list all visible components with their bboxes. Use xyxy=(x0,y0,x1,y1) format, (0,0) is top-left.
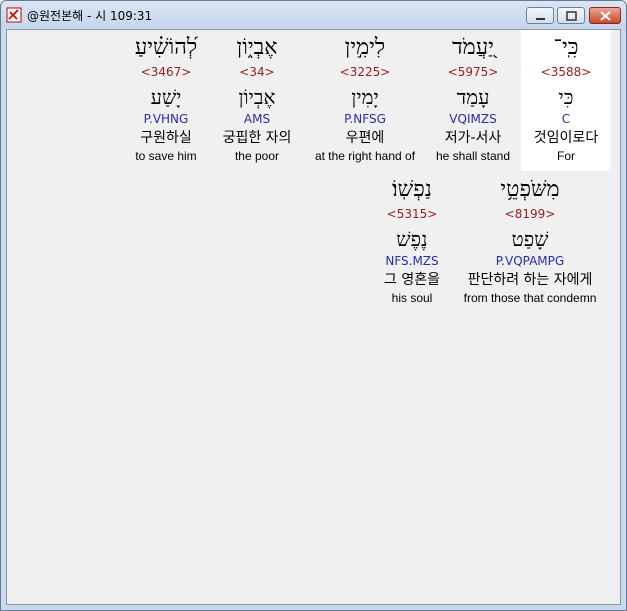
korean-gloss: 그 영혼을 xyxy=(384,272,440,288)
korean-gloss: 판단하려 하는 자에게 xyxy=(467,272,593,288)
english-gloss: his soul xyxy=(391,291,433,305)
korean-gloss: 궁핍한 자의 xyxy=(222,130,292,146)
maximize-icon xyxy=(566,11,577,21)
parsing-code: P.NFSG xyxy=(344,112,386,126)
parsing-code: NFS.MZS xyxy=(385,254,439,268)
lemma-word: עָמַד xyxy=(456,85,490,109)
lemma-word: יָשַׁע xyxy=(150,85,182,109)
korean-gloss: 구원하실 xyxy=(140,130,192,146)
hebrew-word: לִימִ֣ין xyxy=(344,35,386,60)
parsing-code: VQIMZS xyxy=(449,112,497,126)
window-title: @원전본해 - 시 109:31 xyxy=(27,9,153,23)
parsing-code: P.VQPAMPG xyxy=(495,254,565,268)
english-gloss: to save him xyxy=(135,149,197,163)
english-gloss: from those that condemn xyxy=(463,291,597,305)
hebrew-word: לְ֝הוֹשִׁ֗יעַ xyxy=(134,35,198,60)
english-gloss: For xyxy=(557,149,575,163)
hebrew-word: מִשֹּׁפְטֵ֥י xyxy=(500,177,560,202)
word-block[interactable]: יַ֭עֲמֹד <5975> עָמַד VQIMZS 저가-서사 he sh… xyxy=(427,30,519,171)
word-block[interactable]: לְ֝הוֹשִׁ֗יעַ <3467> יָשַׁע P.VHNG 구원하실 … xyxy=(125,30,207,171)
parsing-code: C xyxy=(561,112,571,126)
strong-number[interactable]: <3588> xyxy=(521,65,611,79)
word-block[interactable]: מִשֹּׁפְטֵ֥י <8199> שָׁפַט P.VQPAMPG 판단하… xyxy=(455,172,605,313)
hebrew-word: כִּֽי־ xyxy=(553,35,579,60)
title-bar[interactable]: @원전본해 - 시 109:31 xyxy=(1,1,626,29)
korean-gloss: 저가-서사 xyxy=(444,130,502,146)
english-gloss: the poor xyxy=(234,149,280,163)
strong-number[interactable]: <5315> xyxy=(371,207,453,221)
word-block[interactable]: אֶבְי֑וֹן <34> אֶבְיוֹן AMS 궁핍한 자의 the p… xyxy=(212,30,302,171)
strong-number[interactable]: <3225> xyxy=(307,65,423,79)
maximize-button[interactable] xyxy=(557,7,585,24)
close-icon xyxy=(600,11,611,21)
app-icon[interactable] xyxy=(6,7,22,23)
parsing-code: P.VHNG xyxy=(143,112,189,126)
parsing-code: AMS xyxy=(243,112,271,126)
word-block[interactable]: כִּֽי־ <3588> כִּי C 것임이로다 For xyxy=(521,30,611,171)
strong-number[interactable]: <3467> xyxy=(125,65,207,79)
korean-gloss: 우편에 xyxy=(345,130,385,146)
lemma-word: שָׁפַט xyxy=(511,227,549,251)
lemma-word: נֶפֶשׁ xyxy=(396,227,428,251)
word-block[interactable]: נַפְשֽׁוֹ׃ <5315> נֶפֶשׁ NFS.MZS 그 영혼을 h… xyxy=(371,172,453,313)
strong-number[interactable]: <8199> xyxy=(455,207,605,221)
korean-gloss: 것임이로다 xyxy=(533,130,599,146)
english-gloss: he shall stand xyxy=(435,149,511,163)
word-block[interactable]: לִימִ֣ין <3225> יָמִין P.NFSG 우편에 at the… xyxy=(307,30,423,171)
verse-panel: כִּֽי־ <3588> כִּי C 것임이로다 For יַ֭עֲמֹד … xyxy=(6,29,621,605)
app-window: @원전본해 - 시 109:31 כִּֽי־ <3588> כִּי C 것임… xyxy=(0,0,627,611)
lemma-word: כִּי xyxy=(558,85,574,109)
close-button[interactable] xyxy=(589,7,621,24)
english-gloss: at the right hand of xyxy=(314,149,416,163)
strong-number[interactable]: <5975> xyxy=(427,65,519,79)
lemma-word: אֶבְיוֹן xyxy=(238,85,276,109)
hebrew-word: אֶבְי֑וֹן xyxy=(236,35,278,60)
minimize-button[interactable] xyxy=(526,7,554,24)
minimize-icon xyxy=(536,18,545,20)
hebrew-word: נַפְשֽׁוֹ׃ xyxy=(392,177,432,202)
hebrew-word: יַ֭עֲמֹד xyxy=(452,35,494,60)
lemma-word: יָמִין xyxy=(351,85,379,109)
strong-number[interactable]: <34> xyxy=(212,65,302,79)
